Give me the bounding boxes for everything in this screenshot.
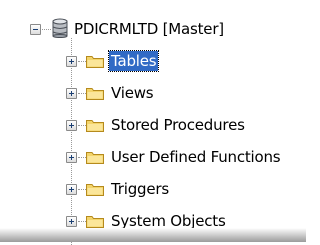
object-tree: PDICRMLTD [Master] Tables Views Stored P…: [0, 0, 306, 245]
tree-connector-line: [78, 93, 86, 94]
tree-node-root-label[interactable]: PDICRMLTD [Master]: [72, 19, 226, 39]
tree-connector-line: [78, 221, 86, 222]
tree-connector-line: [78, 61, 86, 62]
expand-toggle-icon[interactable]: [66, 216, 77, 227]
expand-toggle-icon[interactable]: [66, 120, 77, 131]
tree-node-views-label[interactable]: Views: [109, 83, 155, 103]
expand-toggle-icon[interactable]: [66, 184, 77, 195]
database-icon: [52, 18, 68, 38]
tree-connector-line: [42, 29, 51, 30]
folder-icon: [86, 184, 104, 196]
expand-toggle-icon[interactable]: [66, 88, 77, 99]
collapse-toggle-icon[interactable]: [30, 24, 41, 35]
tree-connector-line: [71, 38, 72, 245]
folder-icon: [86, 56, 104, 68]
expand-toggle-icon[interactable]: [66, 56, 77, 67]
folder-icon: [86, 152, 104, 164]
tree-connector-line: [78, 189, 86, 190]
tree-node-user-defined-functions-label[interactable]: User Defined Functions: [109, 147, 282, 167]
folder-icon: [86, 88, 104, 100]
panel-bottom-shadow: [0, 228, 306, 242]
folder-icon: [86, 216, 104, 228]
tree-node-stored-procedures-label[interactable]: Stored Procedures: [109, 115, 247, 135]
tree-connector-line: [78, 157, 86, 158]
folder-icon: [86, 120, 104, 132]
expand-toggle-icon[interactable]: [66, 152, 77, 163]
tree-node-triggers-label[interactable]: Triggers: [109, 179, 171, 199]
tree-connector-line: [78, 125, 86, 126]
tree-node-tables-label[interactable]: Tables: [107, 50, 160, 72]
